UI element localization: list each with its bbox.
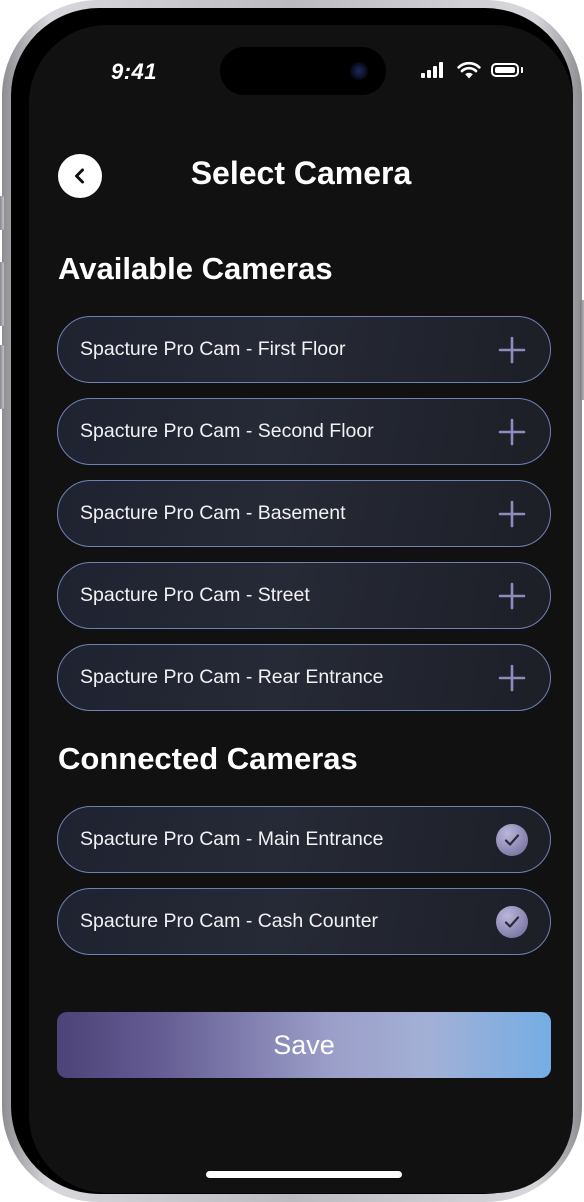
action-button	[0, 196, 4, 230]
camera-name: Spacture Pro Cam - Second Floor	[80, 420, 374, 442]
phone-bezel: 9:41 Select Camera Available Cameras Spa…	[11, 8, 573, 1194]
battery-icon	[491, 63, 519, 77]
available-camera-row[interactable]: Spacture Pro Cam - Street	[57, 562, 551, 629]
volume-down-button	[0, 345, 4, 409]
page-title: Select Camera	[190, 155, 412, 191]
available-camera-row[interactable]: Spacture Pro Cam - First Floor	[57, 316, 551, 383]
front-camera-icon	[350, 62, 368, 80]
plus-icon[interactable]	[498, 500, 526, 528]
camera-name: Spacture Pro Cam - Rear Entrance	[80, 666, 384, 688]
camera-name: Spacture Pro Cam - Street	[80, 584, 310, 606]
camera-name: Spacture Pro Cam - Main Entrance	[80, 828, 384, 850]
camera-name: Spacture Pro Cam - Cash Counter	[80, 910, 379, 932]
connected-cameras-heading: Connected Cameras	[58, 741, 358, 776]
available-camera-row[interactable]: Spacture Pro Cam - Basement	[57, 480, 551, 547]
plus-icon[interactable]	[498, 336, 526, 364]
home-indicator[interactable]	[206, 1171, 402, 1178]
status-time: 9:41	[111, 59, 158, 84]
checkmark-icon[interactable]	[496, 824, 528, 856]
wifi-icon	[457, 61, 481, 79]
phone-frame: 9:41 Select Camera Available Cameras Spa…	[0, 0, 584, 1202]
camera-name: Spacture Pro Cam - First Floor	[80, 338, 346, 360]
available-cameras-heading: Available Cameras	[58, 251, 333, 286]
connected-camera-row[interactable]: Spacture Pro Cam - Main Entrance	[57, 806, 551, 873]
power-button	[580, 300, 584, 400]
connected-camera-row[interactable]: Spacture Pro Cam - Cash Counter	[57, 888, 551, 955]
back-button[interactable]	[58, 154, 102, 198]
available-camera-row[interactable]: Spacture Pro Cam - Rear Entrance	[57, 644, 551, 711]
plus-icon[interactable]	[498, 418, 526, 446]
status-icons	[421, 61, 531, 82]
cellular-signal-icon	[421, 62, 447, 78]
volume-up-button	[0, 262, 4, 326]
app-screen: 9:41 Select Camera Available Cameras Spa…	[29, 25, 573, 1193]
chevron-left-icon	[75, 168, 84, 184]
dynamic-island	[220, 47, 386, 95]
save-button[interactable]: Save	[57, 1012, 551, 1078]
plus-icon[interactable]	[498, 664, 526, 692]
checkmark-icon[interactable]	[496, 906, 528, 938]
available-camera-row[interactable]: Spacture Pro Cam - Second Floor	[57, 398, 551, 465]
camera-name: Spacture Pro Cam - Basement	[80, 502, 346, 524]
plus-icon[interactable]	[498, 582, 526, 610]
